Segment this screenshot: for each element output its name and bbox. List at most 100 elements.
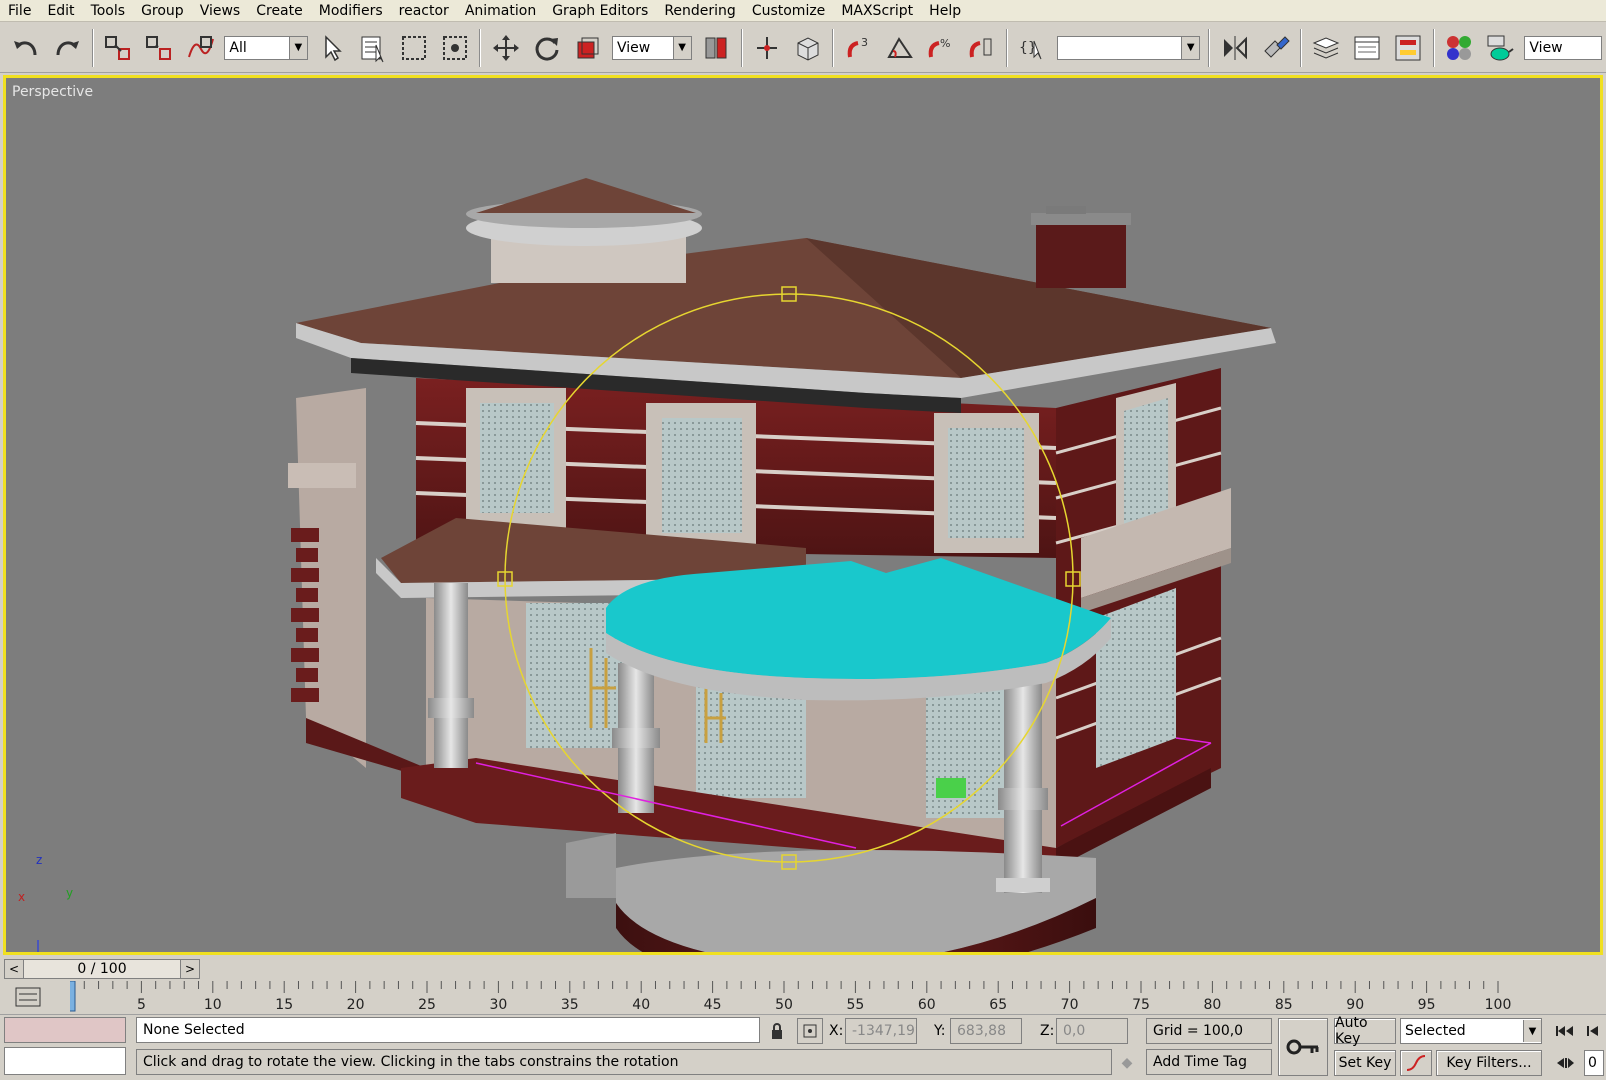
reference-coordinate-value: View: [617, 39, 651, 56]
x-coordinate-field[interactable]: -1347,199: [845, 1018, 917, 1044]
angle-snap-icon: [886, 36, 913, 58]
menu-graph-editors[interactable]: Graph Editors: [544, 0, 656, 22]
percent-snap-icon: %: [929, 37, 951, 57]
ruler-label: 40: [632, 997, 650, 1013]
select-object-button[interactable]: [314, 29, 351, 67]
ruler-label: 100: [1485, 997, 1512, 1013]
select-by-name-button[interactable]: [355, 29, 392, 67]
menu-reactor[interactable]: reactor: [391, 0, 457, 22]
curve-editor-icon: [1354, 36, 1380, 59]
time-tag-icon: ◆: [1121, 1055, 1133, 1071]
track-bar-ruler[interactable]: 0510152025303540455055606570758085909510…: [70, 981, 1600, 1013]
status-bar: None Selected X: -1347,199 Y: 683,88 Z: …: [0, 1014, 1606, 1080]
default-in-out-tangents-button[interactable]: [1400, 1050, 1432, 1076]
select-and-scale-button[interactable]: [569, 29, 606, 67]
render-scene-button[interactable]: [1482, 29, 1519, 67]
material-editor-button[interactable]: [1441, 29, 1478, 67]
menu-edit[interactable]: Edit: [39, 0, 82, 22]
crosshair-icon: [803, 1024, 817, 1038]
toolbar-separator: [91, 28, 94, 67]
schematic-view-button[interactable]: [1390, 29, 1427, 67]
selection-filter-dropdown[interactable]: All ▼: [224, 35, 308, 60]
go-to-start-button[interactable]: [1550, 1019, 1580, 1043]
mirror-button[interactable]: [1216, 29, 1253, 67]
edit-named-selections-button[interactable]: {}: [1014, 29, 1051, 67]
snaps-toggle-button[interactable]: 3: [840, 29, 877, 67]
keyboard-shortcut-override-button[interactable]: [789, 29, 826, 67]
render-type-value: View: [1529, 39, 1563, 56]
reference-coordinate-dropdown[interactable]: View ▼: [612, 35, 692, 60]
render-type-dropdown[interactable]: View: [1524, 35, 1603, 60]
select-and-link-button[interactable]: [100, 29, 137, 67]
key-filters-button[interactable]: Key Filters...: [1436, 1050, 1542, 1076]
z-coordinate-field[interactable]: 0,0: [1056, 1018, 1128, 1044]
curve-editor-button[interactable]: [1349, 29, 1386, 67]
y-coordinate-field[interactable]: 683,88: [950, 1018, 1022, 1044]
track-bar-settings-button[interactable]: [6, 985, 50, 1009]
track-bar[interactable]: 0510152025303540455055606570758085909510…: [0, 981, 1606, 1013]
select-and-rotate-button[interactable]: [528, 29, 565, 67]
select-and-manipulate-button[interactable]: [749, 29, 786, 67]
menu-animation[interactable]: Animation: [457, 0, 544, 22]
select-and-move-button[interactable]: [487, 29, 524, 67]
redo-button[interactable]: [49, 29, 86, 67]
key-mode-dropdown[interactable]: Selected ▼: [1400, 1018, 1542, 1044]
menu-modifiers[interactable]: Modifiers: [311, 0, 391, 22]
time-slider-prev-button[interactable]: <: [5, 960, 23, 978]
bind-space-warp-button[interactable]: [182, 29, 219, 67]
time-slider-next-button[interactable]: >: [181, 960, 199, 978]
key-mode-icon: [1557, 1058, 1574, 1068]
menu-tools[interactable]: Tools: [83, 0, 134, 22]
lock-icon: [772, 1023, 782, 1039]
time-slider[interactable]: < 0 / 100 >: [4, 959, 200, 979]
chevron-down-icon: ▼: [672, 36, 691, 59]
perspective-viewport[interactable]: Perspective z y x: [3, 75, 1603, 955]
menu-create[interactable]: Create: [248, 0, 311, 22]
menu-help[interactable]: Help: [921, 0, 969, 22]
use-pivot-center-button[interactable]: [698, 29, 735, 67]
chimney: [1031, 206, 1131, 288]
z-label: Z:: [1040, 1023, 1055, 1039]
set-key-toggle-button[interactable]: [1278, 1018, 1328, 1076]
mirror-icon: [1223, 35, 1247, 60]
menu-maxscript[interactable]: MAXScript: [833, 0, 921, 22]
current-frame-field[interactable]: 0: [1584, 1050, 1604, 1076]
previous-frame-button[interactable]: [1582, 1019, 1604, 1043]
align-button[interactable]: [1257, 29, 1294, 67]
percent-snap-button[interactable]: %: [922, 29, 959, 67]
layer-manager-button[interactable]: [1308, 29, 1345, 67]
box-icon: [797, 36, 819, 61]
current-frame-marker[interactable]: [70, 981, 76, 1012]
toolbar-separator: [1300, 28, 1303, 67]
maxscript-listener-mini[interactable]: [4, 1017, 126, 1043]
named-selection-sets-dropdown[interactable]: ▼: [1056, 35, 1201, 60]
window-crossing-button[interactable]: [437, 29, 474, 67]
ruler-label: 35: [561, 997, 579, 1013]
curve-editor-mini-icon: [15, 987, 41, 1007]
add-time-tag-button[interactable]: Add Time Tag: [1146, 1049, 1272, 1075]
key-icon: [1286, 1039, 1319, 1055]
unlink-selection-button[interactable]: [141, 29, 178, 67]
unlink-icon: [146, 35, 172, 60]
undo-button[interactable]: [8, 29, 45, 67]
menu-rendering[interactable]: Rendering: [656, 0, 744, 22]
maxscript-listener-input[interactable]: [4, 1047, 126, 1075]
set-key-button[interactable]: Set Key: [1334, 1050, 1396, 1076]
spinner-snap-icon: [970, 38, 992, 57]
menu-views[interactable]: Views: [192, 0, 249, 22]
previous-frame-icon: [1587, 1026, 1598, 1036]
auto-key-button[interactable]: Auto Key: [1334, 1015, 1396, 1047]
move-icon: [492, 34, 519, 61]
spinner-snap-button[interactable]: [963, 29, 1000, 67]
absolute-mode-transform-button[interactable]: [797, 1018, 823, 1044]
angle-snap-button[interactable]: [881, 29, 918, 67]
menu-group[interactable]: Group: [133, 0, 192, 22]
menu-file[interactable]: File: [0, 0, 39, 22]
time-slider-thumb[interactable]: 0 / 100: [23, 960, 181, 978]
ruler-label: 60: [918, 997, 936, 1013]
menu-customize[interactable]: Customize: [744, 0, 834, 22]
key-mode-toggle-button[interactable]: [1550, 1051, 1580, 1075]
x-label: X:: [829, 1023, 844, 1039]
lock-selection-button[interactable]: [765, 1019, 789, 1043]
rectangular-selection-button[interactable]: [396, 29, 433, 67]
